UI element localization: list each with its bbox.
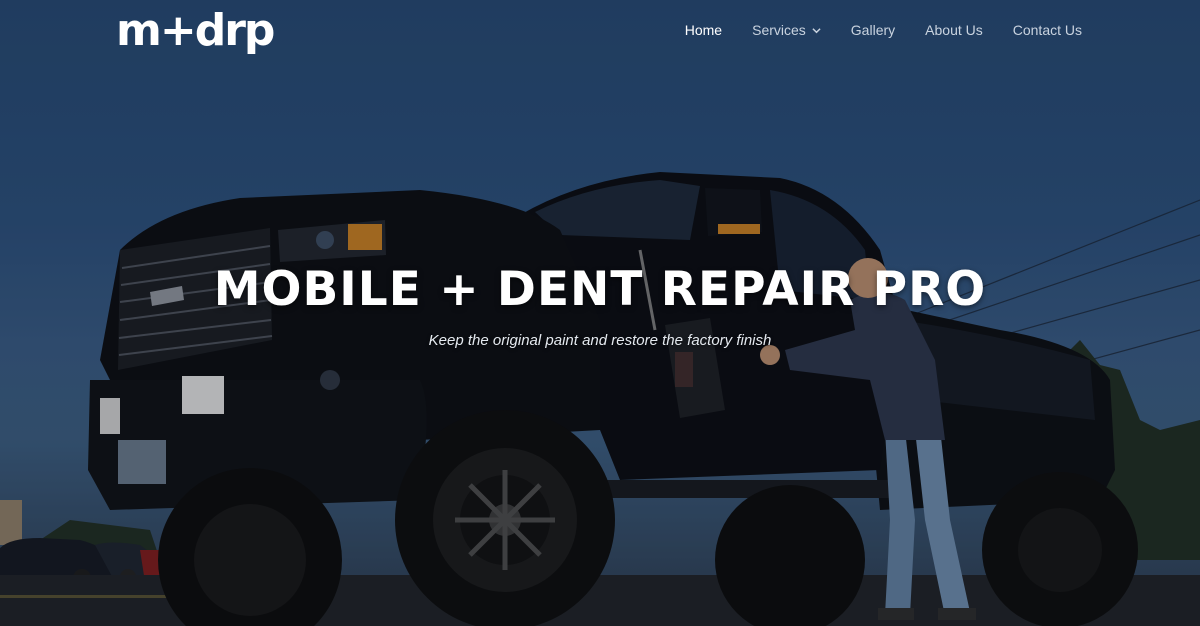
hero-tagline: Keep the original paint and restore the … — [428, 332, 772, 349]
nav-item-label: Services — [752, 22, 806, 38]
nav-item-label: About Us — [925, 22, 983, 38]
nav-item-contact-us[interactable]: Contact Us — [1013, 22, 1082, 38]
nav-item-services[interactable]: Services — [752, 22, 821, 38]
hero-headline: MOBILE + DENT REPAIR PRO — [213, 262, 987, 317]
nav-item-about-us[interactable]: About Us — [925, 22, 983, 38]
chevron-down-icon — [812, 27, 821, 33]
main-navigation: Home Services Gallery About Us Contact U… — [655, 22, 1082, 38]
site-logo[interactable]: m+drp — [116, 6, 275, 56]
nav-item-label: Home — [684, 22, 723, 38]
nav-item-gallery[interactable]: Gallery — [851, 22, 895, 38]
nav-item-home[interactable]: Home — [685, 22, 722, 38]
nav-item-label: Gallery — [850, 22, 896, 38]
hero-banner: m+drp Home Services Gallery About Us Con… — [0, 0, 1200, 626]
nav-item-label: Contact Us — [1012, 22, 1082, 38]
